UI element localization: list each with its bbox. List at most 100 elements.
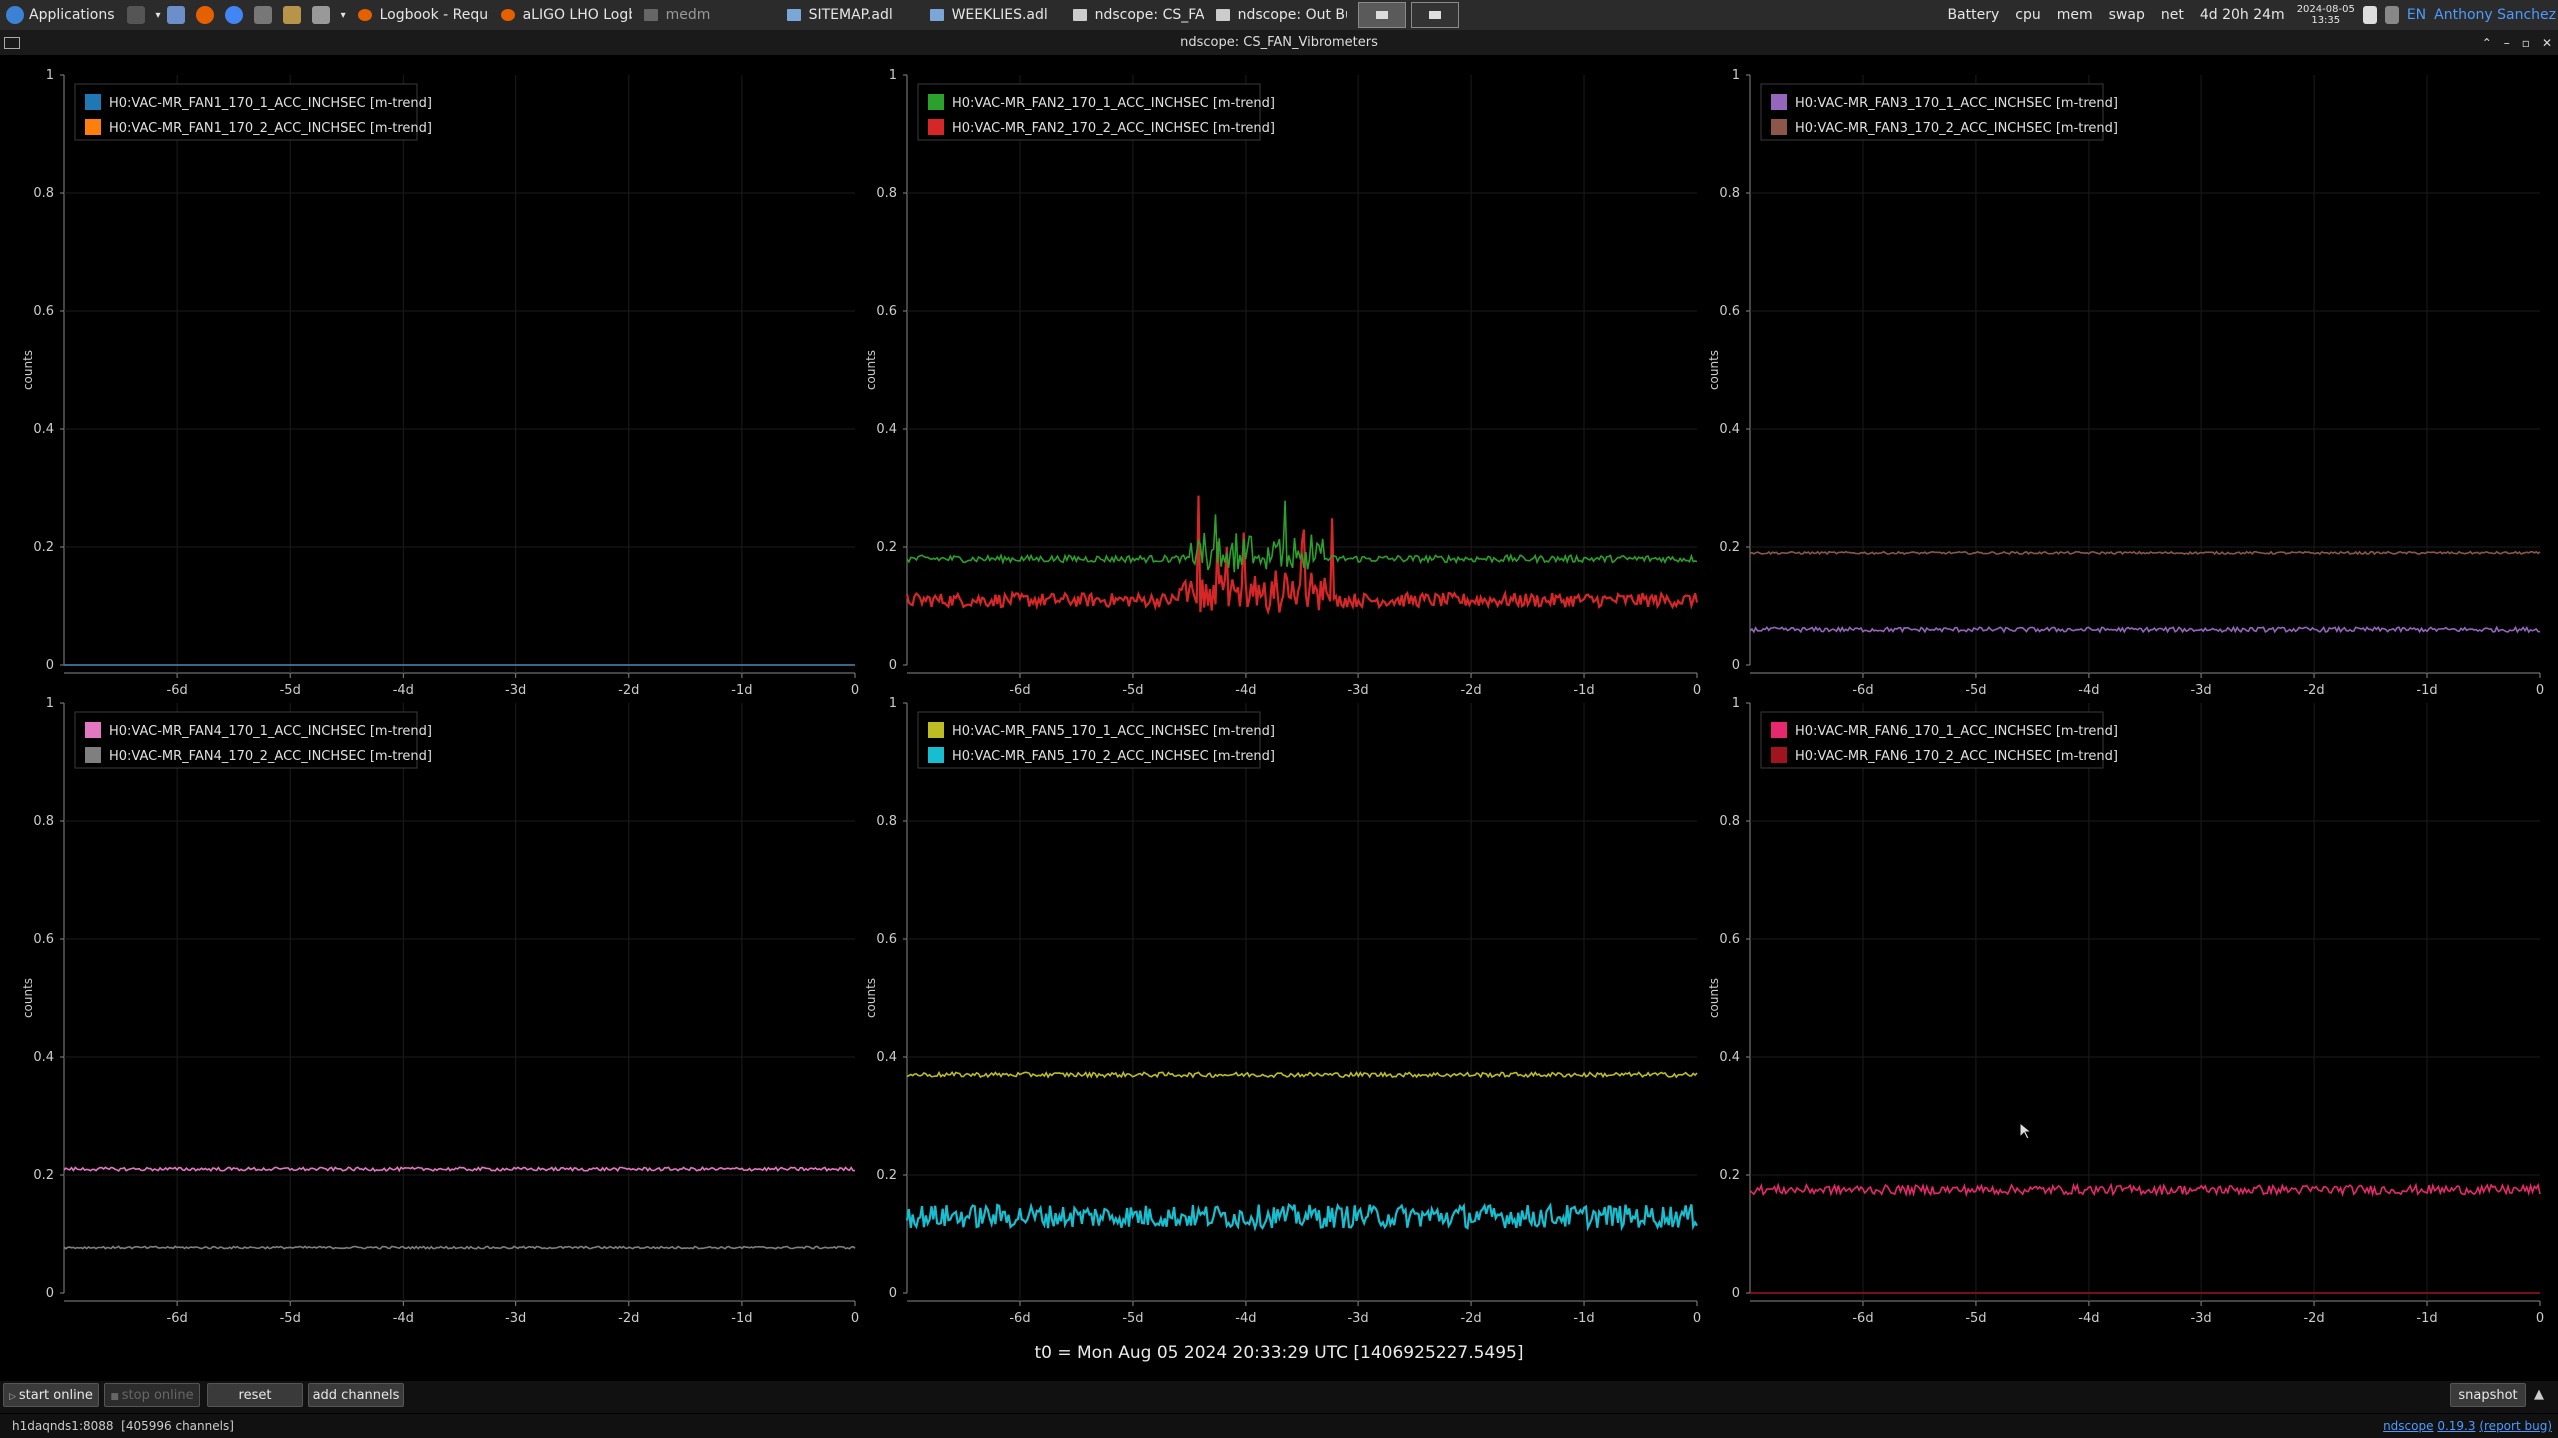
legend-label[interactable]: H0:VAC-MR_FAN1_170_2_ACC_INCHSEC [m-tren…	[109, 121, 432, 136]
legend-label[interactable]: H0:VAC-MR_FAN1_170_1_ACC_INCHSEC [m-tren…	[109, 96, 432, 111]
net-monitor[interactable]: net	[2153, 3, 2192, 27]
y-tick-label: 0.6	[33, 932, 54, 947]
plot-grid: 0 0.2 0.4 0.6 0.8 1 -6d -5d -4d -3d -2d -1d 0 counts H…	[0, 60, 2558, 1380]
x-tick-label: -6d	[167, 1311, 188, 1326]
network-icon[interactable]	[2384, 6, 2399, 24]
legend-label[interactable]: H0:VAC-MR_FAN5_170_2_ACC_INCHSEC [m-tren…	[952, 749, 1275, 764]
task-sitemap[interactable]: SITEMAP.adl	[781, 2, 918, 28]
y-tick-label: 0.4	[33, 1050, 54, 1065]
legend-label[interactable]: H0:VAC-MR_FAN2_170_2_ACC_INCHSEC [m-tren…	[952, 121, 1275, 136]
plots-canvas[interactable]: 0 0.2 0.4 0.6 0.8 1 -6d -5d -4d -3d -2d -1d 0 counts H…	[0, 60, 2558, 1380]
editor-icon[interactable]	[311, 6, 330, 24]
legend[interactable]: H0:VAC-MR_FAN4_170_1_ACC_INCHSEC [m-tren…	[74, 711, 432, 769]
legend[interactable]: H0:VAC-MR_FAN1_170_1_ACC_INCHSEC [m-tren…	[74, 83, 432, 141]
task-aligo-logbook[interactable]: aLIGO LHO Logb...	[495, 2, 632, 28]
y-tick-label: 0.4	[1719, 1050, 1740, 1065]
y-tick-label: 0.8	[33, 814, 54, 829]
swap-monitor[interactable]: swap	[2101, 3, 2153, 27]
x-tick-label: -6d	[1009, 1311, 1030, 1326]
x-tick-label: -4d	[393, 683, 414, 698]
plot-panel-1[interactable]: 0 0.2 0.4 0.6 0.8 1 -6d -5d -4d -3d -2d -1d 0 counts H…	[21, 68, 859, 698]
applications-menu[interactable]: Applications	[0, 1, 121, 29]
legend-label[interactable]: H0:VAC-MR_FAN3_170_2_ACC_INCHSEC [m-tren…	[1795, 121, 2118, 136]
x-tick-label: -1d	[2416, 1311, 2437, 1326]
legend[interactable]: H0:VAC-MR_FAN2_170_1_ACC_INCHSEC [m-tren…	[917, 83, 1275, 141]
legend-swatch	[928, 747, 944, 763]
legend-swatch	[1771, 94, 1787, 110]
report-bug-link[interactable]: (report bug)	[2479, 1419, 2552, 1433]
series-trace-1	[63, 1165, 856, 1173]
y-tick-label: 0.6	[1719, 932, 1740, 947]
workspace-1[interactable]	[1357, 2, 1406, 28]
snapshot-button[interactable]: snapshot	[2450, 1383, 2526, 1407]
y-tick-label: 0.6	[33, 304, 54, 319]
legend-label[interactable]: H0:VAC-MR_FAN6_170_2_ACC_INCHSEC [m-tren…	[1795, 749, 2118, 764]
workspace-icon	[1428, 11, 1441, 19]
maximize-icon[interactable]: ▫	[2522, 31, 2530, 55]
legend[interactable]: H0:VAC-MR_FAN6_170_1_ACC_INCHSEC [m-tren…	[1760, 711, 2118, 769]
legend-label[interactable]: H0:VAC-MR_FAN4_170_1_ACC_INCHSEC [m-tren…	[109, 724, 432, 739]
share-icon[interactable]	[253, 6, 272, 24]
workspace-2[interactable]	[1410, 2, 1459, 28]
legend-label[interactable]: H0:VAC-MR_FAN6_170_1_ACC_INCHSEC [m-tren…	[1795, 724, 2118, 739]
reset-button[interactable]: reset	[207, 1383, 303, 1407]
x-tick-label: 0	[2536, 1311, 2544, 1326]
system-tray: Battery cpu mem swap net 4d 20h 24m 2024…	[1939, 0, 2558, 30]
x-tick-label: -1d	[2416, 683, 2437, 698]
cpu-monitor[interactable]: cpu	[2007, 3, 2048, 27]
y-tick-label: 0.6	[876, 304, 897, 319]
user-name[interactable]: Anthony Sanchez	[2430, 3, 2558, 27]
start-online-button[interactable]: ▷ start online	[3, 1383, 99, 1407]
x-tick-label: -4d	[393, 1311, 414, 1326]
x-tick-label: -3d	[505, 1311, 526, 1326]
legend[interactable]: H0:VAC-MR_FAN5_170_1_ACC_INCHSEC [m-tren…	[917, 711, 1275, 769]
clock-time: 13:35	[2311, 15, 2341, 26]
chevron-up-icon[interactable]: ⌃	[2482, 31, 2492, 55]
task-logbook-request[interactable]: Logbook - Reque...	[352, 2, 489, 28]
legend-label[interactable]: H0:VAC-MR_FAN2_170_1_ACC_INCHSEC [m-tren…	[952, 96, 1275, 111]
chevron-down-icon[interactable]: ▾	[341, 10, 346, 21]
close-icon[interactable]: ✕	[2542, 31, 2552, 55]
clock[interactable]: 2024-08-05 13:35	[2293, 4, 2359, 26]
folder-icon[interactable]	[166, 6, 185, 24]
y-axis-label: counts	[1707, 350, 1721, 390]
minimize-icon[interactable]: –	[2504, 31, 2510, 55]
power-icon[interactable]	[2362, 6, 2377, 24]
legend[interactable]: H0:VAC-MR_FAN3_170_1_ACC_INCHSEC [m-tren…	[1760, 83, 2118, 141]
x-tick-label: -5d	[280, 683, 301, 698]
legend-label[interactable]: H0:VAC-MR_FAN4_170_2_ACC_INCHSEC [m-tren…	[109, 749, 432, 764]
legend-label[interactable]: H0:VAC-MR_FAN5_170_1_ACC_INCHSEC [m-tren…	[952, 724, 1275, 739]
chrome-icon[interactable]	[224, 6, 243, 24]
legend-label[interactable]: H0:VAC-MR_FAN3_170_1_ACC_INCHSEC [m-tren…	[1795, 96, 2118, 111]
x-tick-label: -2d	[618, 1311, 639, 1326]
legend-swatch	[85, 722, 101, 738]
terminal-icon[interactable]	[126, 6, 145, 24]
x-tick-label: -6d	[167, 683, 188, 698]
plot-panel-3[interactable]: 0 0.2 0.4 0.6 0.8 1 -6d -5d -4d -3d -2d -1d 0 counts H…	[1707, 68, 2544, 698]
legend-swatch	[928, 722, 944, 738]
ndscope-link[interactable]: ndscope	[2383, 1419, 2433, 1433]
plot-panel-4[interactable]: 0 0.2 0.4 0.6 0.8 1 -6d -5d -4d -3d -2d -1d 0 counts H…	[21, 696, 859, 1326]
task-ndscope-out-building[interactable]: ndscope: Out Bui...	[1210, 2, 1347, 28]
battery-monitor[interactable]: Battery	[1939, 3, 2007, 27]
mem-monitor[interactable]: mem	[2049, 3, 2101, 27]
plot-panel-6[interactable]: 0 0.2 0.4 0.6 0.8 1 -6d -5d -4d -3d -2d -1d 0 counts H…	[1707, 696, 2544, 1326]
menu-icon[interactable]	[4, 37, 20, 49]
y-axis-label: counts	[864, 350, 878, 390]
add-channels-button[interactable]: add channels	[308, 1383, 404, 1407]
window-icon	[929, 9, 944, 21]
play-icon: ▷	[9, 1392, 19, 1402]
plot-panel-2[interactable]: 0 0.2 0.4 0.6 0.8 1 -6d -5d -4d -3d -2d -1d 0 counts H…	[864, 68, 1701, 698]
chevron-down-icon[interactable]: ▾	[156, 10, 161, 21]
task-weeklies[interactable]: WEEKLIES.adl	[924, 2, 1061, 28]
version-link[interactable]: 0.19.3	[2437, 1419, 2475, 1433]
y-tick-label: 0.6	[1719, 304, 1740, 319]
plot-panel-5[interactable]: 0 0.2 0.4 0.6 0.8 1 -6d -5d -4d -3d -2d -1d 0 counts H…	[864, 696, 1701, 1326]
keyboard-layout[interactable]: EN	[2403, 3, 2430, 27]
stop-online-button[interactable]: ■ stop online	[104, 1383, 200, 1407]
firefox-icon[interactable]	[195, 6, 214, 24]
people-icon[interactable]	[282, 6, 301, 24]
collapse-icon[interactable]: ▲	[2534, 1387, 2544, 1402]
task-medm[interactable]: medm	[638, 2, 775, 28]
task-ndscope-cs-fan[interactable]: ndscope: CS_FA...	[1067, 2, 1204, 28]
